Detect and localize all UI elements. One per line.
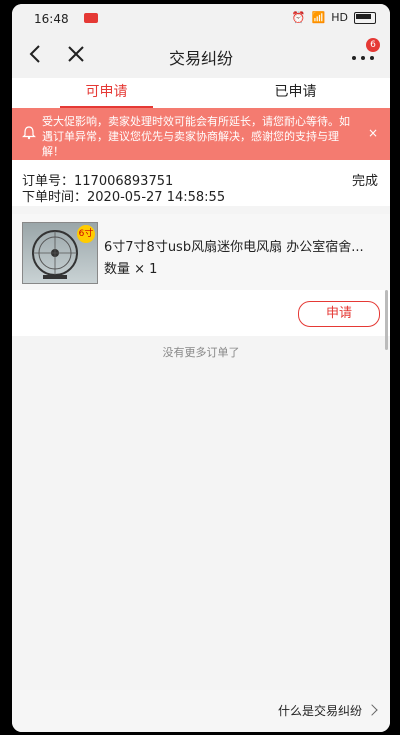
list-end-text: 没有更多订单了 bbox=[162, 346, 240, 359]
wifi-icon: 📶 bbox=[311, 11, 326, 24]
product-image: 6寸 bbox=[22, 222, 98, 284]
title-bar: 交易纠纷 6 bbox=[12, 32, 390, 78]
bell-icon bbox=[22, 126, 36, 140]
footer: 什么是交易纠纷 bbox=[12, 690, 390, 732]
more-button[interactable]: 6 bbox=[348, 38, 380, 68]
order-status: 完成 bbox=[351, 174, 378, 189]
scrollbar[interactable] bbox=[385, 290, 388, 350]
footer-link-label: 什么是交易纠纷 bbox=[277, 704, 362, 718]
divider bbox=[12, 206, 390, 214]
status-icons: ⏰ 📶 HD bbox=[292, 11, 376, 24]
order-time: 下单时间：2020-05-27 14:58:55 bbox=[22, 186, 225, 205]
product-quantity: 数量 × 1 bbox=[104, 262, 158, 277]
alarm-icon: ⏰ bbox=[291, 11, 306, 24]
product-tag: 6寸 bbox=[77, 225, 95, 243]
page-title: 交易纠纷 bbox=[168, 49, 233, 68]
product-title: 6寸7寸8寸usb风扇迷你电风扇 办公室宿舍... bbox=[104, 240, 364, 255]
what-is-dispute-link[interactable]: 什么是交易纠纷 bbox=[277, 702, 378, 719]
order-time-value: 2020-05-27 14:58:55 bbox=[87, 190, 226, 205]
order-header: 订单号：117006893751 下单时间：2020-05-27 14:58:5… bbox=[12, 160, 390, 206]
product-item[interactable]: 6寸 6寸7寸8寸usb风扇迷你电风扇 办公室宿舍... 数量 × 1 bbox=[12, 214, 390, 290]
notice-banner: 受大促影响，卖家处理时效可能会有所延长，请您耐心等待。如遇订单异常，建议您优先与… bbox=[12, 108, 390, 160]
notice-text: 受大促影响，卖家处理时效可能会有所延长，请您耐心等待。如遇订单异常，建议您优先与… bbox=[42, 115, 350, 158]
status-time: 16:48 bbox=[34, 12, 69, 26]
notice-close-button[interactable]: × bbox=[366, 126, 380, 140]
tab-bar: 可申请 已申请 bbox=[12, 78, 390, 108]
network-label: HD bbox=[331, 11, 348, 24]
tab-applied[interactable]: 已申请 bbox=[201, 78, 390, 108]
notification-icon bbox=[84, 13, 98, 23]
chevron-right-icon bbox=[366, 704, 378, 716]
phone-screen: 16:48 ⏰ 📶 HD 交易纠纷 6 可申请 已申请 受大促影响，卖家处理时效… bbox=[12, 4, 390, 732]
apply-button[interactable]: 申请 bbox=[298, 301, 380, 327]
status-bar: 16:48 ⏰ 📶 HD bbox=[12, 4, 390, 32]
order-actions: 申请 bbox=[12, 290, 390, 336]
more-badge: 6 bbox=[366, 38, 380, 52]
battery-icon bbox=[354, 11, 376, 24]
tab-applicable[interactable]: 可申请 bbox=[12, 78, 201, 108]
order-time-label: 下单时间： bbox=[22, 190, 88, 205]
